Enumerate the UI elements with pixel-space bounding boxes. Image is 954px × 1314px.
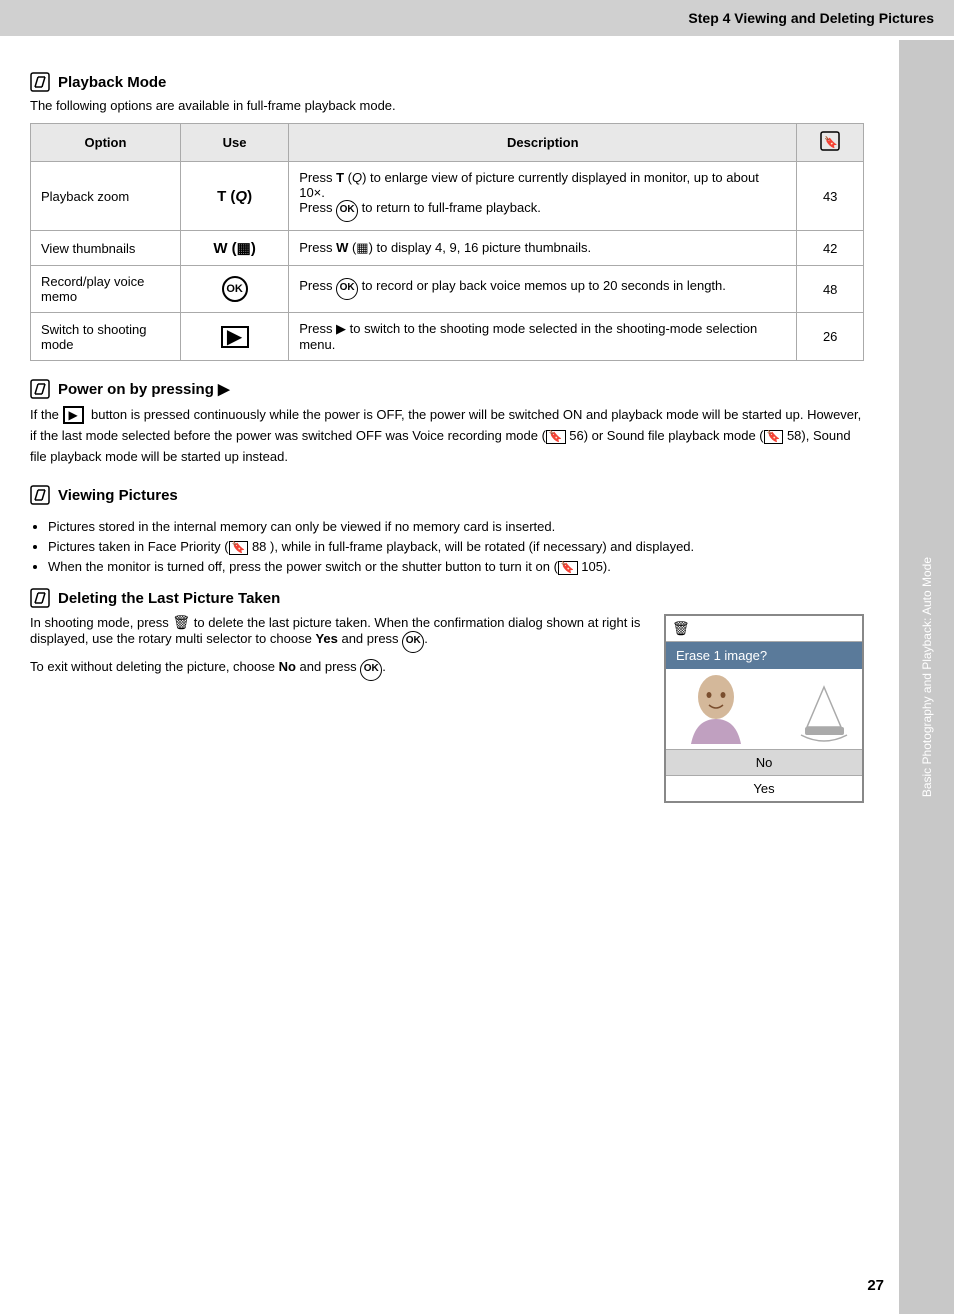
use-switch-shooting: ▶ [180,313,288,361]
table-header-option: Option [31,124,181,162]
option-switch-shooting: Switch to shooting mode [31,313,181,361]
deleting-heading: Deleting the Last Picture Taken [30,588,864,608]
dialog-photo [676,669,756,749]
dialog-image-area [666,669,862,749]
list-item: Pictures taken in Face Priority (🔖 88 ),… [48,539,864,554]
ref-icon: 🔖 [820,131,840,151]
playback-mode-heading: Playback Mode [30,72,864,92]
options-table: Option Use Description 🔖 Playback zoom T… [30,123,864,361]
dialog-boat-icon [797,677,852,747]
dialog-no-option: No [666,749,862,775]
deleting-para1: In shooting mode, press 🗑 to delete the … [30,614,644,653]
table-header-use: Use [180,124,288,162]
main-content: Playback Mode The following options are … [0,36,894,821]
option-view-thumbnails: View thumbnails [31,231,181,266]
page-header: Step 4 Viewing and Deleting Pictures [0,0,954,36]
erase-dialog: 🗑 Erase 1 image? [664,614,864,803]
dialog-yes-option: Yes [666,775,862,801]
desc-playback-zoom: Press T (Q) to enlarge view of picture c… [289,162,797,231]
option-voice-memo: Record/play voice memo [31,266,181,313]
viewing-pictures-title: Viewing Pictures [58,487,178,504]
pencil-icon-3 [30,485,50,505]
table-header-description: Description [289,124,797,162]
sidebar-label: Basic Photography and Playback: Auto Mod… [920,547,934,807]
playback-mode-subtitle: The following options are available in f… [30,98,864,113]
svg-text:🔖: 🔖 [824,136,838,149]
viewing-pictures-list: Pictures stored in the internal memory c… [48,519,864,574]
power-on-text: If the ▶ button is pressed continuously … [30,405,864,467]
table-row: Switch to shooting mode ▶ Press ▶ to swi… [31,313,864,361]
deleting-para2: To exit without deleting the picture, ch… [30,659,644,681]
table-header-ref: 🔖 [797,124,864,162]
table-row: View thumbnails W (▦) Press W (▦) to dis… [31,231,864,266]
power-on-title: Power on by pressing ▶ [58,380,230,398]
dialog-image: 🗑 Erase 1 image? [664,614,864,803]
table-row: Playback zoom T (Q) Press T (Q) to enlar… [31,162,864,231]
option-playback-zoom: Playback zoom [31,162,181,231]
pencil-icon-2 [30,379,50,399]
use-playback-zoom: T (Q) [180,162,288,231]
dialog-question: Erase 1 image? [666,642,862,669]
ref-voice-memo: 48 [797,266,864,313]
desc-switch-shooting: Press ▶ to switch to the shooting mode s… [289,313,797,361]
sidebar: Basic Photography and Playback: Auto Mod… [899,40,954,1314]
dialog-title-bar: 🗑 [666,616,862,642]
use-view-thumbnails: W (▦) [180,231,288,266]
pencil-icon [30,72,50,92]
deleting-title: Deleting the Last Picture Taken [58,590,280,607]
desc-voice-memo: Press OK to record or play back voice me… [289,266,797,313]
ref-switch-shooting: 26 [797,313,864,361]
ref-view-thumbnails: 42 [797,231,864,266]
desc-view-thumbnails: Press W (▦) to display 4, 9, 16 picture … [289,231,797,266]
page-number: 27 [867,1277,884,1294]
playback-mode-title: Playback Mode [58,74,166,91]
ref-playback-zoom: 43 [797,162,864,231]
power-on-heading: Power on by pressing ▶ [30,379,864,399]
deleting-text: In shooting mode, press 🗑 to delete the … [30,614,644,681]
header-title: Step 4 Viewing and Deleting Pictures [688,10,934,26]
deleting-section: In shooting mode, press 🗑 to delete the … [30,614,864,803]
use-voice-memo: OK [180,266,288,313]
viewing-pictures-heading: Viewing Pictures [30,485,864,505]
pencil-icon-4 [30,588,50,608]
list-item: When the monitor is turned off, press th… [48,559,864,574]
list-item: Pictures stored in the internal memory c… [48,519,864,534]
table-row: Record/play voice memo OK Press OK to re… [31,266,864,313]
dialog-trash-icon: 🗑 [672,620,690,637]
